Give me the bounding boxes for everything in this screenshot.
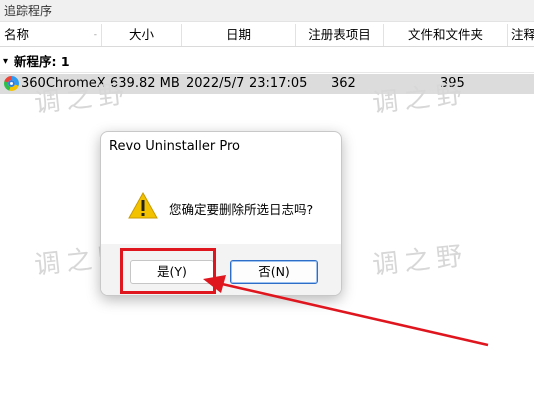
dialog-message: 您确定要删除所选日志吗?: [169, 202, 314, 217]
warning-icon: [128, 192, 158, 219]
group-label: 新程序: 1: [14, 54, 70, 69]
watermark: 调之野: [370, 241, 470, 281]
divider: [0, 72, 534, 73]
dialog-title: Revo Uninstaller Pro: [109, 139, 240, 154]
row-date: 2022/5/7: [186, 76, 245, 91]
no-button[interactable]: 否(N): [230, 260, 318, 284]
360chrome-icon: [4, 76, 19, 91]
column-name[interactable]: 名称 -: [0, 24, 102, 46]
window-title: 追踪程序: [0, 0, 534, 22]
annotation-highlight-box: [120, 248, 216, 294]
row-time: 23:17:05: [249, 76, 308, 91]
sort-arrow-icon: -: [93, 30, 97, 40]
column-size[interactable]: 大小: [102, 24, 182, 46]
expand-icon: ▾: [3, 56, 9, 67]
column-header-row: 名称 - 大小 日期 注册表项目 文件和文件夹 注释: [0, 24, 534, 47]
group-header[interactable]: ▾ 新程序: 1: [0, 52, 534, 72]
column-registry[interactable]: 注册表项目: [296, 24, 384, 46]
column-date[interactable]: 日期: [182, 24, 296, 46]
dialog-body: 您确定要删除所选日志吗?: [101, 166, 341, 236]
column-notes[interactable]: 注释: [508, 24, 534, 46]
column-files[interactable]: 文件和文件夹: [384, 24, 508, 46]
row-registry: 362: [331, 76, 356, 91]
